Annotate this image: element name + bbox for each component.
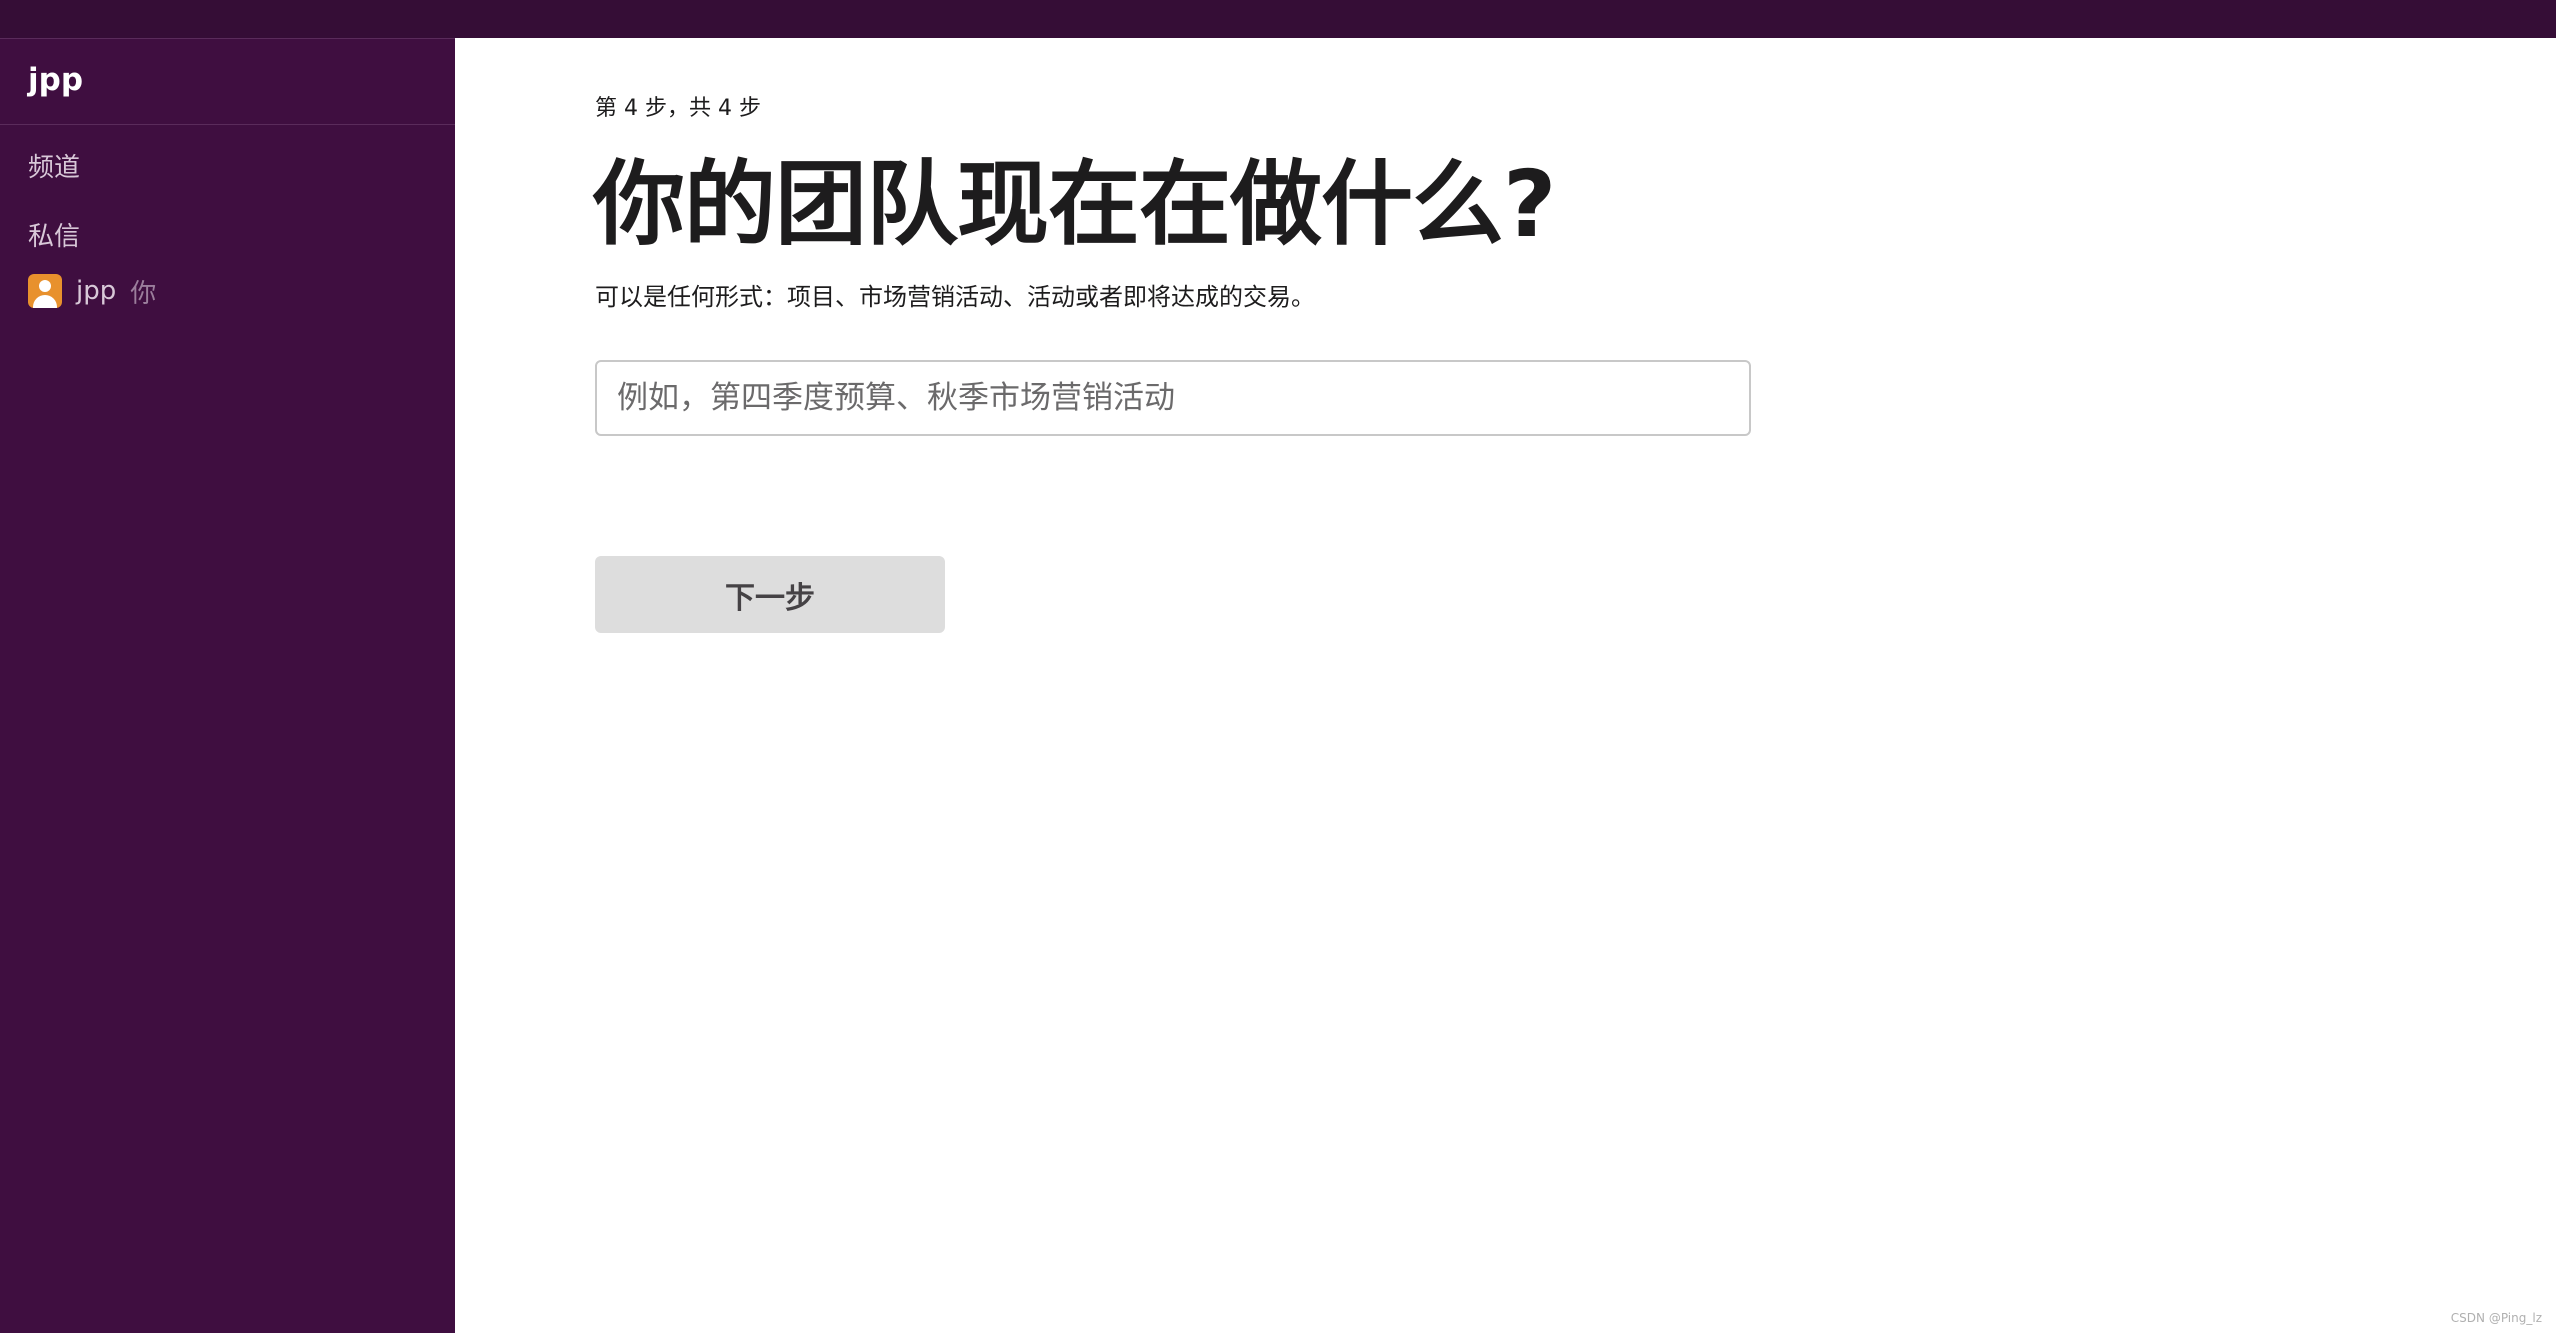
sidebar-section-channels[interactable]: 频道 [28, 151, 80, 185]
user-avatar-icon [28, 274, 62, 308]
next-step-button[interactable]: 下一步 [595, 556, 945, 633]
dm-you-label: 你 [130, 278, 157, 309]
workspace-name[interactable]: jpp [28, 60, 83, 100]
main-content: 第 4 步，共 4 步 你的团队现在在做什么? 可以是任何形式：项目、市场营销活… [455, 38, 2556, 1333]
step-indicator: 第 4 步，共 4 步 [595, 96, 761, 121]
watermark: CSDN @Ping_lz [2450, 1311, 2542, 1325]
dm-user-name: jpp [76, 276, 117, 306]
sidebar-top-divider [0, 38, 455, 39]
page-subtitle: 可以是任何形式：项目、市场营销活动、活动或者即将达成的交易。 [595, 283, 1315, 311]
project-name-input[interactable] [595, 360, 1751, 436]
page-title: 你的团队现在在做什么? [593, 151, 1556, 258]
top-bar [0, 0, 2556, 38]
sidebar-section-direct-messages[interactable]: 私信 [28, 220, 80, 254]
sidebar-divider [0, 124, 455, 125]
sidebar-dm-item-jpp[interactable]: jpp 你 [28, 272, 156, 310]
sidebar: jpp 频道 私信 jpp 你 [0, 38, 455, 1333]
